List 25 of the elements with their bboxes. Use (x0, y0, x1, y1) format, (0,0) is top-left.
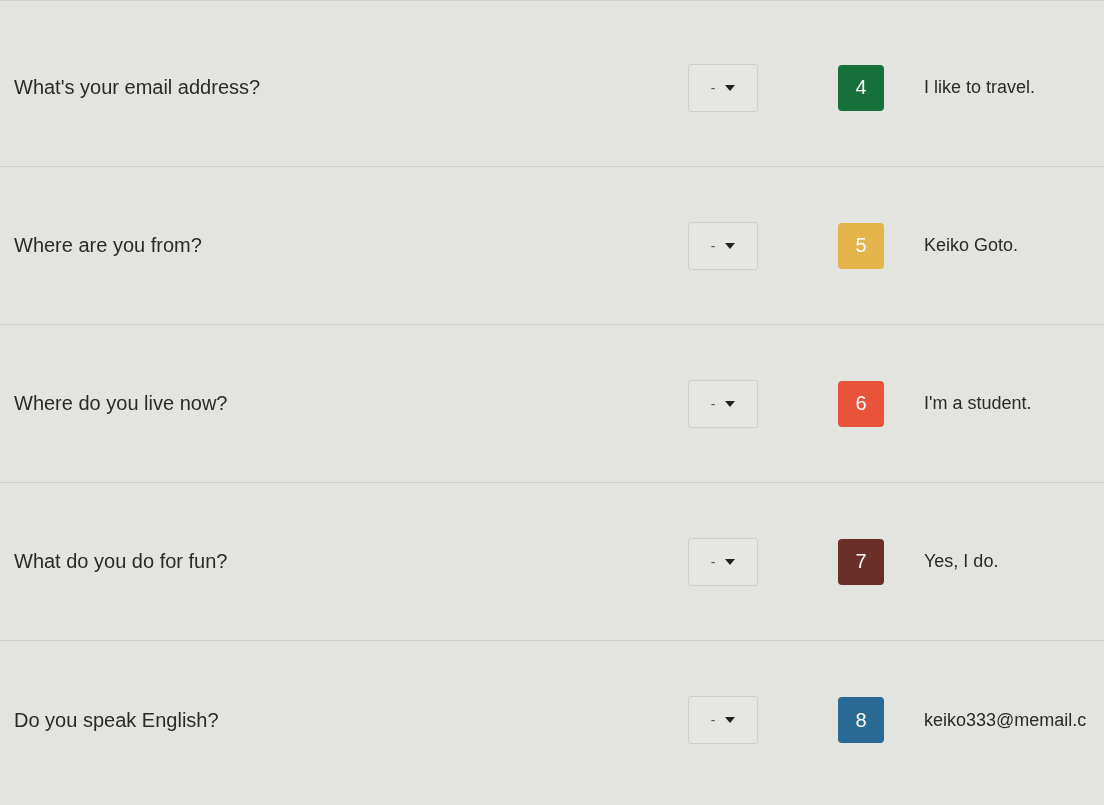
question-text: Where are you from? (14, 234, 202, 256)
answer-text: Yes, I do. (924, 551, 999, 571)
question-text: Where do you live now? (14, 392, 228, 414)
number-badge: 4 (838, 64, 884, 111)
number-badge: 8 (838, 697, 884, 743)
answer-select[interactable]: - (688, 63, 758, 112)
answer-text: I'm a student. (924, 393, 1032, 413)
number-badge: 5 (838, 222, 884, 269)
caret-icon (725, 400, 736, 407)
question-text: What do you do for fun? (14, 550, 228, 572)
answer-select[interactable]: - (688, 221, 758, 270)
answer-text: Keiko Goto. (924, 235, 1019, 255)
number-badge: 6 (838, 380, 884, 427)
answer-text: keiko333@memail.c (924, 709, 1087, 730)
caret-icon (725, 242, 736, 249)
caret-icon (725, 717, 736, 723)
answer-select[interactable]: - (688, 379, 758, 428)
answer-text: I like to travel. (924, 77, 1036, 97)
caret-icon (725, 558, 736, 565)
question-text: Do you speak English? (14, 708, 219, 731)
answer-select[interactable]: - (688, 696, 758, 744)
caret-icon (725, 84, 736, 91)
question-text: What's your email address? (14, 76, 261, 98)
number-badge: 7 (838, 538, 884, 585)
answer-select[interactable]: - (688, 537, 758, 586)
